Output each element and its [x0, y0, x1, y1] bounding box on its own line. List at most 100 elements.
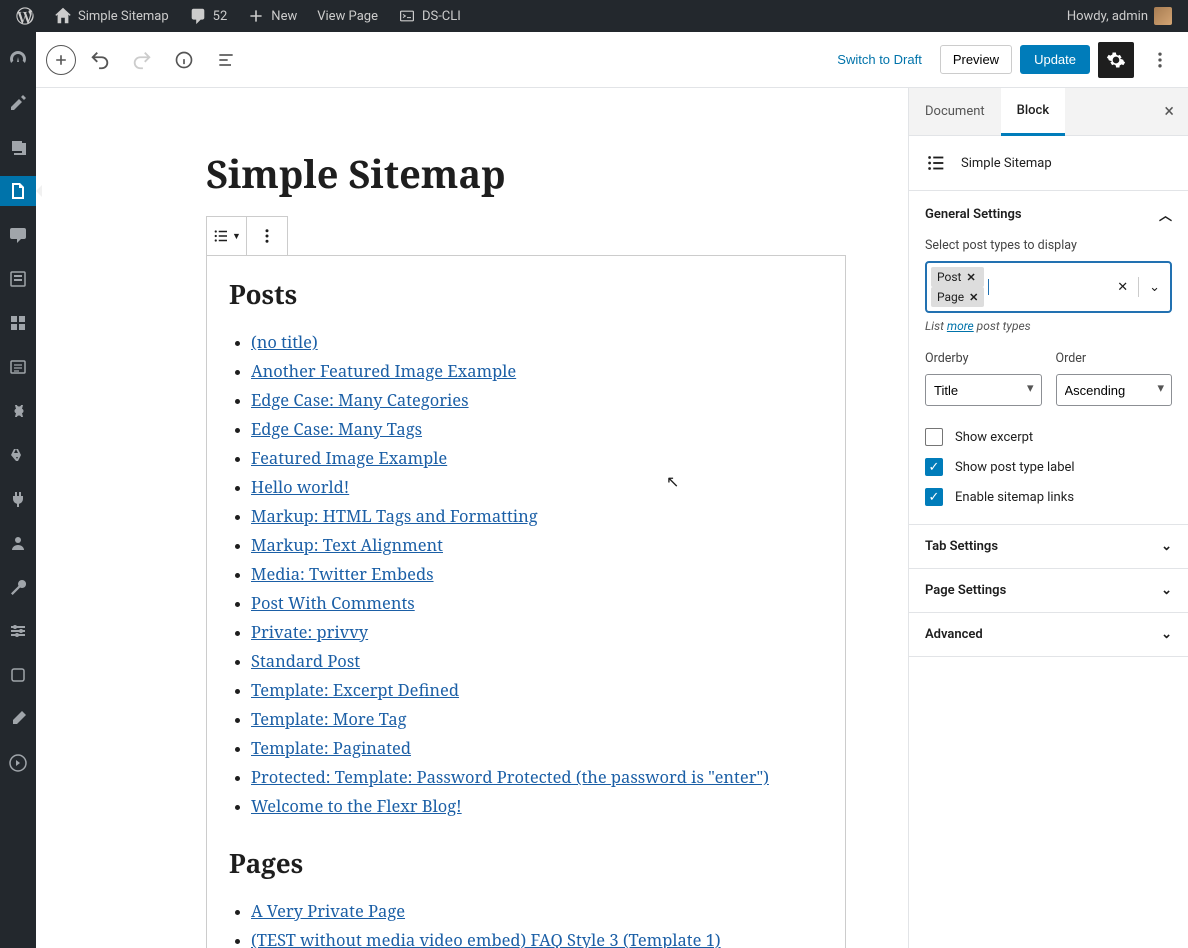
plus-icon [247, 7, 265, 25]
menu-collapse[interactable] [0, 748, 36, 778]
sitemap-link[interactable]: Template: More Tag [251, 707, 407, 730]
pages-heading: Pages [229, 845, 823, 881]
view-page-link[interactable]: View Page [309, 0, 386, 32]
sitemap-link[interactable]: Markup: HTML Tags and Formatting [251, 504, 538, 527]
menu-tools[interactable] [0, 572, 36, 602]
add-block-button[interactable] [46, 45, 76, 75]
sitemap-link[interactable]: Protected: Template: Password Protected … [251, 765, 769, 788]
home-icon [54, 7, 72, 25]
checkbox-show-label[interactable]: ✓ [925, 458, 943, 476]
howdy-link[interactable]: Howdy, admin [1059, 0, 1180, 32]
remove-tag-icon[interactable]: ✕ [966, 271, 975, 284]
list-item: Template: Paginated [251, 736, 823, 759]
sitemap-link[interactable]: Edge Case: Many Tags [251, 417, 422, 440]
posts-list: (no title) Another Featured Image Example… [229, 330, 823, 817]
chevron-down-icon: ⌄ [1161, 627, 1172, 642]
site-name-text: Simple Sitemap [78, 9, 169, 24]
sitemap-link[interactable]: Edge Case: Many Categories [251, 388, 469, 411]
more-menu-button[interactable] [1142, 42, 1178, 78]
menu-comments[interactable] [0, 220, 36, 250]
tab-document[interactable]: Document [909, 88, 1001, 135]
chevron-down-icon[interactable]: ⌄ [1149, 280, 1160, 295]
sitemap-link[interactable]: A Very Private Page [251, 899, 405, 922]
checkbox-show-excerpt[interactable] [925, 428, 943, 446]
undo-button[interactable] [82, 42, 118, 78]
block-toolbar: ▼ [206, 216, 288, 256]
menu-posts[interactable] [0, 88, 36, 118]
page-title[interactable]: Simple Sitemap [206, 148, 846, 200]
sitemap-link[interactable]: Post With Comments [251, 591, 415, 614]
menu-item-15[interactable] [0, 704, 36, 734]
orderby-select[interactable]: Title [925, 374, 1042, 406]
sitemap-link[interactable]: Template: Excerpt Defined [251, 678, 459, 701]
checkbox-enable-links-label: Enable sitemap links [955, 490, 1074, 505]
list-item: Edge Case: Many Tags [251, 417, 823, 440]
wp-logo[interactable] [8, 0, 42, 32]
sitemap-block[interactable]: Posts (no title) Another Featured Image E… [206, 255, 846, 948]
checkbox-enable-links[interactable]: ✓ [925, 488, 943, 506]
avatar [1154, 7, 1172, 25]
sitemap-link[interactable]: Media: Twitter Embeds [251, 562, 434, 585]
block-name: Simple Sitemap [961, 156, 1052, 171]
post-types-multiselect[interactable]: Post ✕Page ✕ ✕ ⌄ [925, 261, 1172, 313]
order-label: Order [1056, 351, 1173, 366]
list-item: Hello world! [251, 475, 823, 498]
wordpress-icon [16, 7, 34, 25]
editor-toolbar: Switch to Draft Preview Update [36, 32, 1188, 88]
panel-advanced-toggle[interactable]: Advanced⌄ [909, 613, 1188, 656]
dscli-link[interactable]: DS-CLI [390, 0, 469, 32]
block-more-button[interactable] [247, 217, 287, 255]
menu-settings[interactable] [0, 616, 36, 646]
menu-users[interactable] [0, 528, 36, 558]
new-link[interactable]: New [239, 0, 305, 32]
inspector-panel: Document Block × Simple Sitemap General … [908, 88, 1188, 948]
tab-block[interactable]: Block [1001, 88, 1065, 136]
menu-dashboard[interactable] [0, 44, 36, 74]
clear-all-icon[interactable]: ✕ [1117, 280, 1128, 295]
sitemap-link[interactable]: (no title) [251, 330, 318, 353]
update-button[interactable]: Update [1020, 45, 1090, 74]
sitemap-link[interactable]: Another Featured Image Example [251, 359, 516, 382]
posts-heading: Posts [229, 276, 823, 312]
inspector-close-button[interactable]: × [1150, 88, 1188, 135]
sitemap-link[interactable]: Welcome to the Flexr Blog! [251, 794, 462, 817]
menu-pages[interactable] [0, 176, 36, 206]
menu-item-6[interactable] [0, 308, 36, 338]
sitemap-link[interactable]: Private: privvy [251, 620, 368, 643]
sitemap-link[interactable]: Featured Image Example [251, 446, 447, 469]
comments-link[interactable]: 52 [181, 0, 236, 32]
menu-appearance[interactable] [0, 440, 36, 470]
settings-toggle-button[interactable] [1098, 42, 1134, 78]
menu-plugins[interactable] [0, 484, 36, 514]
checkbox-show-label-label: Show post type label [955, 460, 1075, 475]
panel-general-toggle[interactable]: General Settings︿ [909, 191, 1188, 238]
menu-item-8[interactable] [0, 396, 36, 426]
block-type-button[interactable]: ▼ [207, 217, 247, 255]
info-button[interactable] [166, 42, 202, 78]
menu-item-14[interactable] [0, 660, 36, 690]
list-item: Template: More Tag [251, 707, 823, 730]
list-item: Welcome to the Flexr Blog! [251, 794, 823, 817]
panel-tab-toggle[interactable]: Tab Settings⌄ [909, 525, 1188, 568]
post-type-tag: Post ✕ [931, 267, 984, 287]
sitemap-link[interactable]: Hello world! [251, 475, 349, 498]
editor-canvas[interactable]: Simple Sitemap ▼ Posts (no title) Another… [36, 88, 908, 948]
sitemap-link[interactable]: Template: Paginated [251, 736, 411, 759]
more-post-types-link[interactable]: more [947, 319, 974, 333]
menu-item-5[interactable] [0, 264, 36, 294]
redo-button[interactable] [124, 42, 160, 78]
menu-item-7[interactable] [0, 352, 36, 382]
sitemap-link[interactable]: (TEST without media video embed) FAQ Sty… [251, 928, 721, 948]
site-name-link[interactable]: Simple Sitemap [46, 0, 177, 32]
list-item: Featured Image Example [251, 446, 823, 469]
switch-to-draft-button[interactable]: Switch to Draft [827, 46, 932, 73]
outline-button[interactable] [208, 42, 244, 78]
post-types-hint: List more post types [925, 319, 1172, 333]
sitemap-link[interactable]: Standard Post [251, 649, 360, 672]
preview-button[interactable]: Preview [940, 45, 1012, 74]
panel-page-toggle[interactable]: Page Settings⌄ [909, 569, 1188, 612]
remove-tag-icon[interactable]: ✕ [969, 291, 978, 304]
menu-media[interactable] [0, 132, 36, 162]
sitemap-link[interactable]: Markup: Text Alignment [251, 533, 443, 556]
order-select[interactable]: Ascending [1056, 374, 1173, 406]
